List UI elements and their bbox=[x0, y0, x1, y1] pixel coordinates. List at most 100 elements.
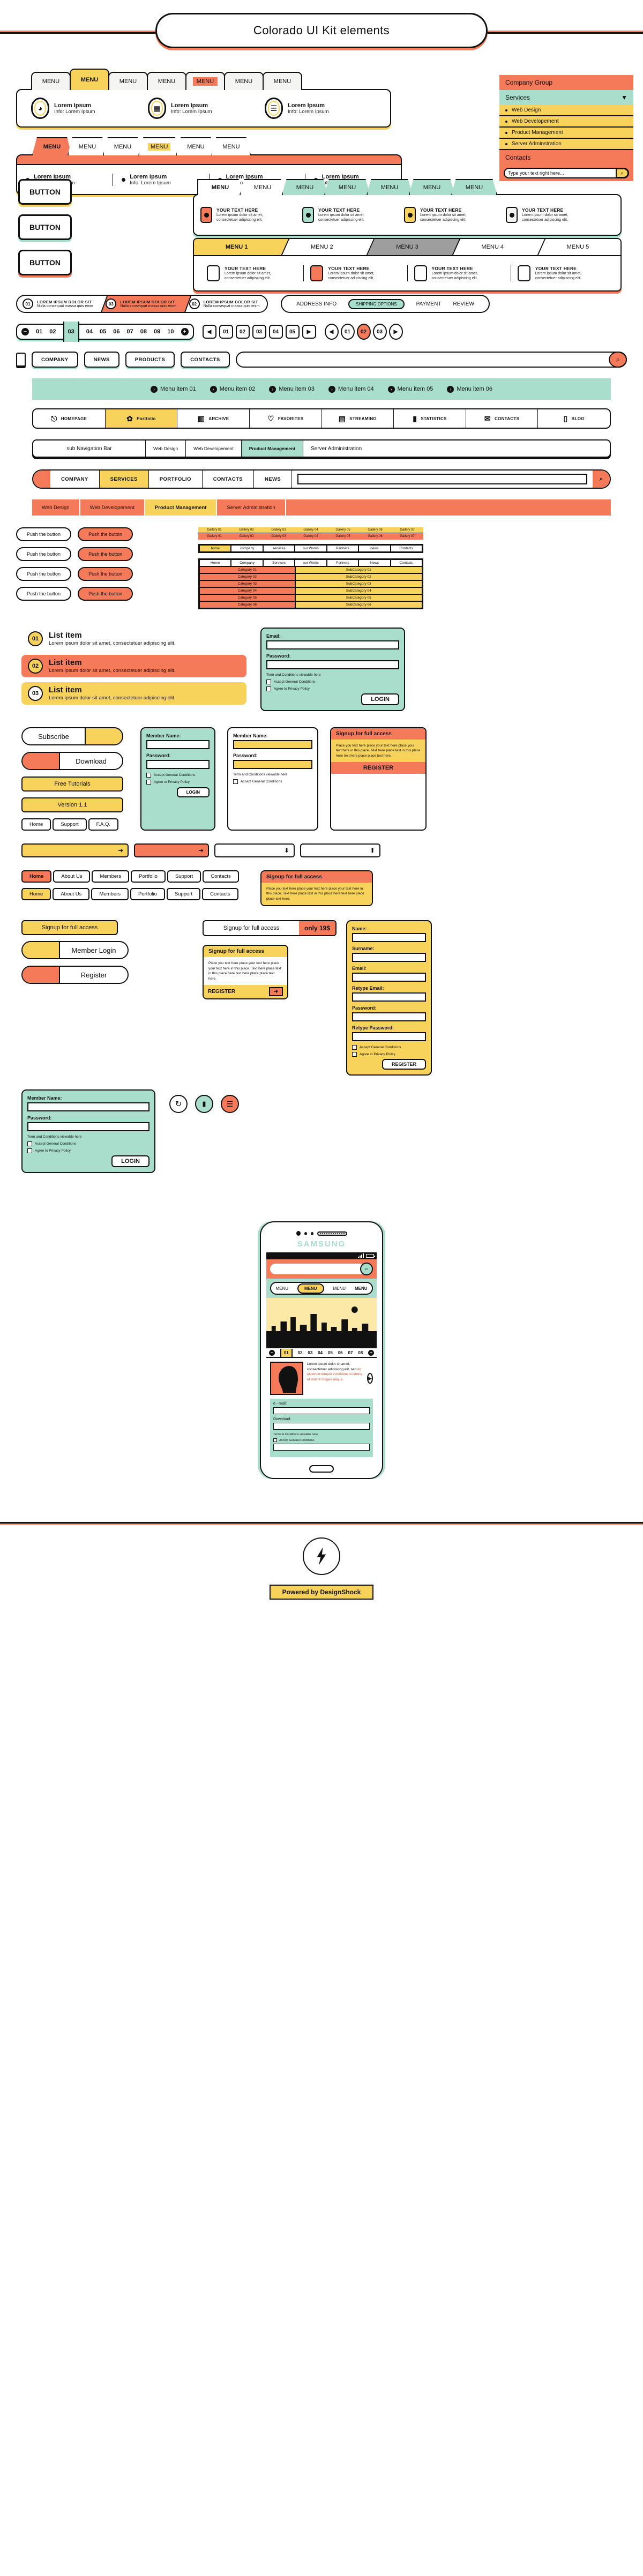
category-2[interactable]: Category 03 bbox=[199, 580, 295, 587]
page-01[interactable]: 01 bbox=[219, 325, 233, 339]
tab-orange-0[interactable]: MENU bbox=[32, 137, 72, 155]
checkout-step-2[interactable]: PAYMENT bbox=[416, 301, 442, 307]
nav-products[interactable]: PRODUCTS bbox=[125, 352, 175, 368]
category-0[interactable]: Category 01 bbox=[199, 566, 295, 573]
page-02[interactable]: 02 bbox=[49, 328, 56, 335]
checkout-step-1[interactable]: SHIPPING OPTIONS bbox=[348, 298, 405, 309]
arrow-right-button-yellow[interactable]: ➜ bbox=[21, 843, 129, 857]
chip-contacts[interactable]: Contacts bbox=[203, 870, 239, 883]
mini-news[interactable]: news bbox=[358, 545, 391, 552]
tab-menu-2[interactable]: MENU bbox=[108, 72, 148, 90]
tab-orange-1[interactable]: MENU bbox=[68, 137, 107, 155]
subcategory-5[interactable]: SubCategory 06 bbox=[295, 601, 422, 608]
search-icon[interactable]: ⌕ bbox=[609, 352, 627, 368]
ribbon-step-2[interactable]: 02 LOREM IPSUM DOLOR SIT Nulla consequat… bbox=[183, 296, 267, 312]
push-btn-right-1[interactable]: Push the button bbox=[78, 547, 133, 561]
accept-general-checkbox[interactable]: Accept General Conditions bbox=[273, 1438, 370, 1443]
gallery-head-6[interactable]: Gallery 07 bbox=[391, 527, 423, 533]
dropdown-option-2[interactable]: Product Management bbox=[499, 128, 633, 139]
chip-about[interactable]: About Us bbox=[53, 870, 91, 883]
toolbar-streaming[interactable]: ▤ STREAMING bbox=[321, 409, 394, 428]
list-item[interactable]: 03 List item Lorem ipsum dolor sit amet,… bbox=[21, 682, 246, 705]
minus-icon[interactable]: − bbox=[268, 1349, 275, 1356]
page-05[interactable]: 05 bbox=[285, 325, 300, 339]
free-tutorials-button[interactable]: Free Tutorials bbox=[21, 776, 123, 792]
version-button[interactable]: Version 1.1 bbox=[21, 797, 123, 812]
chip-support[interactable]: Support bbox=[166, 888, 201, 900]
strip-server-administration[interactable]: Server Administration bbox=[217, 499, 286, 516]
gallery-head-3[interactable]: Gallery 04 bbox=[295, 527, 327, 533]
accept-general-checkbox[interactable]: Accept General Conditions bbox=[27, 1141, 149, 1147]
sub-nav-item-1[interactable]: Web Developement bbox=[186, 440, 242, 457]
chart-icon[interactable]: ▮ bbox=[195, 1095, 213, 1114]
tab-menu-5[interactable]: MENU bbox=[224, 72, 264, 90]
phone-page-04[interactable]: 04 bbox=[318, 1350, 323, 1355]
gallery-cell-5[interactable]: Gallery 06 bbox=[359, 533, 391, 540]
toolbar-portfolio[interactable]: ✿ Portfolio bbox=[104, 409, 177, 428]
password-field[interactable] bbox=[27, 1122, 149, 1132]
agree-privacy-checkbox[interactable]: Agree to Privacy Policy bbox=[266, 686, 399, 691]
toolbar-homepage[interactable]: ⎋ HOMEPAGE bbox=[33, 409, 105, 428]
button-1[interactable]: BUTTON bbox=[18, 214, 72, 240]
gallery-cell-6[interactable]: Gallery 07 bbox=[391, 533, 423, 540]
gallery-head-4[interactable]: Gallery 05 bbox=[327, 527, 359, 533]
minus-icon[interactable]: − bbox=[21, 328, 29, 335]
extra-field[interactable] bbox=[273, 1444, 370, 1451]
checkbox[interactable] bbox=[517, 265, 530, 281]
push-btn-right-3[interactable]: Push the button bbox=[78, 587, 133, 601]
member-login-button[interactable]: Member Login bbox=[21, 941, 129, 960]
password-field[interactable] bbox=[266, 660, 399, 669]
rail-contacts[interactable]: CONTACTS bbox=[203, 471, 255, 488]
retype-password-field[interactable] bbox=[352, 1032, 426, 1042]
page-08[interactable]: 08 bbox=[140, 328, 147, 335]
chip-support[interactable]: Support bbox=[167, 870, 201, 883]
category-5[interactable]: Category 06 bbox=[199, 601, 295, 608]
register-button[interactable]: LOGIN bbox=[176, 787, 210, 797]
tab-green-0[interactable]: MENU bbox=[197, 179, 243, 195]
agree-privacy-checkbox[interactable]: Agree to Privacy Policy bbox=[146, 780, 210, 785]
gallery-head-1[interactable]: Gallery 02 bbox=[230, 527, 263, 533]
menu-item-03[interactable]: › Menu item 03 bbox=[269, 385, 315, 393]
next-button[interactable]: ▶ bbox=[388, 324, 403, 340]
tab-green-5[interactable]: MENU bbox=[409, 179, 455, 195]
nav-company[interactable]: COMPANY bbox=[32, 352, 78, 368]
page-01[interactable]: 01 bbox=[340, 324, 355, 340]
ribbon-step-1[interactable]: 03 LOREM IPSUM DOLOR SIT Nulla consequat… bbox=[100, 296, 184, 312]
sub-nav-item-2[interactable]: Product Management bbox=[241, 440, 304, 457]
mini-services[interactable]: services bbox=[263, 545, 295, 552]
breadcrumb-step-3[interactable]: MENU 4 bbox=[450, 239, 535, 255]
ribbon-step-0[interactable]: 01 LOREM IPSUM DOLOR SIT Nulla consequat… bbox=[17, 296, 101, 312]
next-button[interactable]: ▶ bbox=[302, 325, 316, 339]
arrow-up-button[interactable]: ⬆ bbox=[300, 843, 380, 857]
subcategory-4[interactable]: SubCategory 05 bbox=[295, 594, 422, 601]
subcategory-2[interactable]: SubCategory 03 bbox=[295, 580, 422, 587]
register-button[interactable]: Register bbox=[21, 966, 129, 984]
tab-green-1[interactable]: MENU bbox=[240, 179, 286, 195]
phone-page-02[interactable]: 02 bbox=[298, 1350, 303, 1355]
home-button[interactable] bbox=[309, 1465, 334, 1473]
strip-product-management[interactable]: Product Management bbox=[145, 499, 218, 516]
prev-button[interactable]: ◀ bbox=[324, 324, 339, 340]
breadcrumb-step-2[interactable]: MENU 3 bbox=[364, 239, 450, 255]
toolbar-archive[interactable]: ▥ ARCHIVE bbox=[177, 409, 249, 428]
search-input[interactable]: ⌕ bbox=[235, 352, 627, 368]
rail-services[interactable]: SERVICES bbox=[99, 471, 149, 488]
radio-button[interactable] bbox=[506, 207, 518, 223]
page-03-current[interactable]: 03 bbox=[63, 322, 79, 342]
breadcrumb-step-0[interactable]: MENU 1 bbox=[194, 239, 280, 255]
list-item[interactable]: 01 List item Lorem ipsum dolor sit amet,… bbox=[21, 628, 246, 650]
cat-nav-contacts[interactable]: Contacts bbox=[390, 559, 422, 566]
promo-register-row[interactable]: REGISTER ➜ bbox=[204, 984, 287, 998]
password-field[interactable] bbox=[146, 760, 210, 769]
category-4[interactable]: Category 05 bbox=[199, 594, 295, 601]
rail-news[interactable]: NEWS bbox=[254, 471, 293, 488]
page-02[interactable]: 02 bbox=[235, 325, 250, 339]
phone-menu-1[interactable]: MENU bbox=[297, 1283, 324, 1294]
cat-nav-our-works[interactable]: our Works bbox=[295, 559, 327, 566]
tab-orange-2[interactable]: MENU bbox=[103, 137, 143, 155]
push-btn-left-1[interactable]: Push the button bbox=[16, 547, 72, 561]
toolbar-blog[interactable]: ▯ BLOG bbox=[537, 409, 610, 428]
phone-menu-2[interactable]: MENU bbox=[333, 1286, 346, 1291]
radio-button[interactable] bbox=[404, 207, 416, 223]
gallery-cell-2[interactable]: Gallery 03 bbox=[263, 533, 295, 540]
